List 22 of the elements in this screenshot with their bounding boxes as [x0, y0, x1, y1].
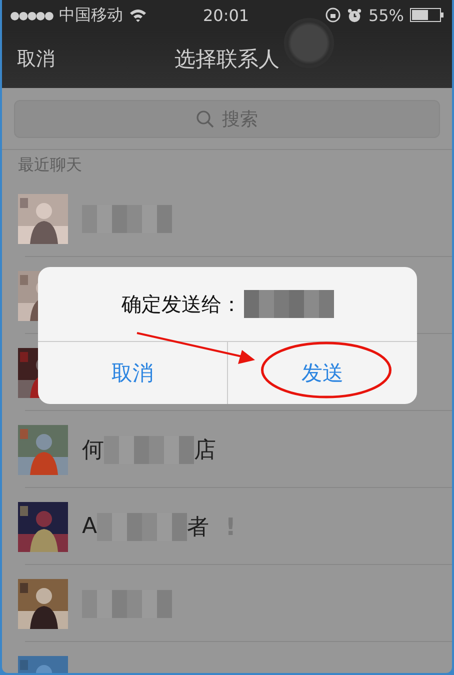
dialog-message: 确定发送给： [122, 290, 242, 318]
contact-name-start: A [82, 514, 98, 539]
signal-dots: ●●●●● [10, 8, 53, 22]
contact-row[interactable]: A 者 ! [2, 488, 452, 565]
carrier-name: 中国移动 [59, 4, 123, 26]
wifi-icon [129, 8, 147, 22]
section-header: 最近聊天 [18, 154, 82, 176]
cancel-button[interactable]: 取消 [2, 46, 70, 72]
clock-time: 20:01 [203, 6, 250, 24]
contact-row[interactable]: 何 店 [2, 411, 452, 488]
contact-name-end: 者 [187, 514, 210, 542]
rotation-lock-icon [325, 7, 342, 23]
assistive-touch-button[interactable] [284, 18, 334, 68]
dialog-button[interactable]: 取消 [38, 342, 227, 404]
contact-name-end: 店 [194, 436, 216, 464]
battery-icon [410, 8, 444, 22]
contact-name-start: 何 [82, 436, 104, 464]
battery-percent: 55% [368, 6, 404, 24]
page-title: 选择联系人 [174, 47, 280, 71]
alarm-clock-icon [347, 8, 362, 22]
search-icon [196, 110, 214, 128]
alert-mark: ! [225, 512, 236, 540]
